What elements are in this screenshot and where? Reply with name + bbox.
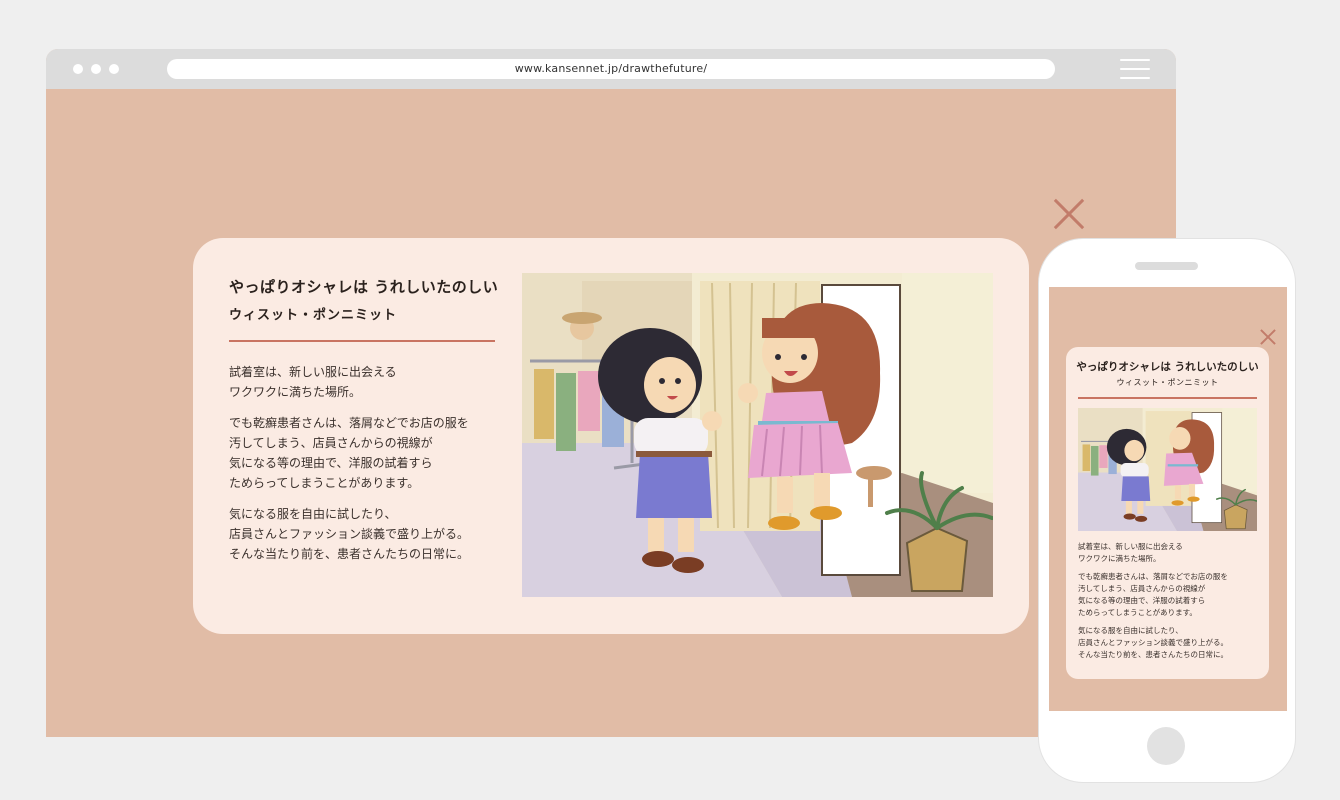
story-author: ウィスット・ポンニミット [1116, 378, 1219, 387]
phone-mockup: やっぱりオシャレは うれしいたのしい ウィスット・ポンニミット 試着室は、新しい… [1039, 239, 1295, 782]
divider [1078, 397, 1257, 399]
fitting-room-illustration [522, 273, 993, 597]
story-illustration [1078, 408, 1257, 531]
story-illustration [522, 273, 993, 597]
divider [229, 340, 495, 342]
desktop-browser-mockup: www.kansennet.jp/drawthefuture/ やっぱりオシャレ… [46, 49, 1176, 737]
home-button[interactable] [1147, 727, 1185, 765]
browser-toolbar: www.kansennet.jp/drawthefuture/ [46, 49, 1176, 89]
phone-screen: やっぱりオシャレは うれしいたのしい ウィスット・ポンニミット 試着室は、新しい… [1049, 287, 1287, 711]
window-dot [73, 64, 83, 74]
story-title: やっぱりオシャレは うれしいたのしい [1076, 361, 1259, 373]
window-dots-icon [73, 64, 119, 74]
story-paragraph: 試着室は、新しい服に出会える ワクワクに満ちた場所。 [1078, 542, 1183, 563]
menu-icon[interactable] [1120, 59, 1150, 79]
story-body: 試着室は、新しい服に出会える ワクワクに満ちた場所。 でも乾癬患者さんは、落屑な… [1078, 541, 1262, 667]
story-paragraph: 気になる服を自由に試したり、 店員さんとファッション談義で盛り上がる。 そんな当… [1078, 626, 1228, 659]
fitting-room-illustration [1078, 408, 1257, 531]
story-author: ウィスット・ポンニミット [229, 308, 398, 323]
story-paragraph: でも乾癬患者さんは、落屑などでお店の服を 汚してしまう、店員さんからの視線が 気… [1078, 572, 1228, 617]
story-paragraph: 気になる服を自由に試したり、 店員さんとファッション談義で盛り上がる。 そんな当… [229, 507, 470, 561]
close-icon[interactable] [1258, 327, 1278, 347]
window-dot [91, 64, 101, 74]
story-body: 試着室は、新しい服に出会える ワクワクに満ちた場所。 でも乾癬患者さんは、落屑な… [229, 362, 509, 575]
story-title: やっぱりオシャレは うれしいたのしい [229, 278, 499, 296]
close-icon[interactable] [1053, 198, 1085, 230]
story-modal: やっぱりオシャレは うれしいたのしい ウィスット・ポンニミット 試着室は、新しい… [193, 238, 1029, 634]
phone-speaker [1135, 262, 1198, 270]
story-modal-mobile: やっぱりオシャレは うれしいたのしい ウィスット・ポンニミット 試着室は、新しい… [1066, 347, 1269, 679]
story-paragraph: でも乾癬患者さんは、落屑などでお店の服を 汚してしまう、店員さんからの視線が 気… [229, 416, 469, 490]
story-paragraph: 試着室は、新しい服に出会える ワクワクに満ちた場所。 [229, 365, 397, 399]
address-bar[interactable]: www.kansennet.jp/drawthefuture/ [167, 59, 1055, 79]
window-dot [109, 64, 119, 74]
